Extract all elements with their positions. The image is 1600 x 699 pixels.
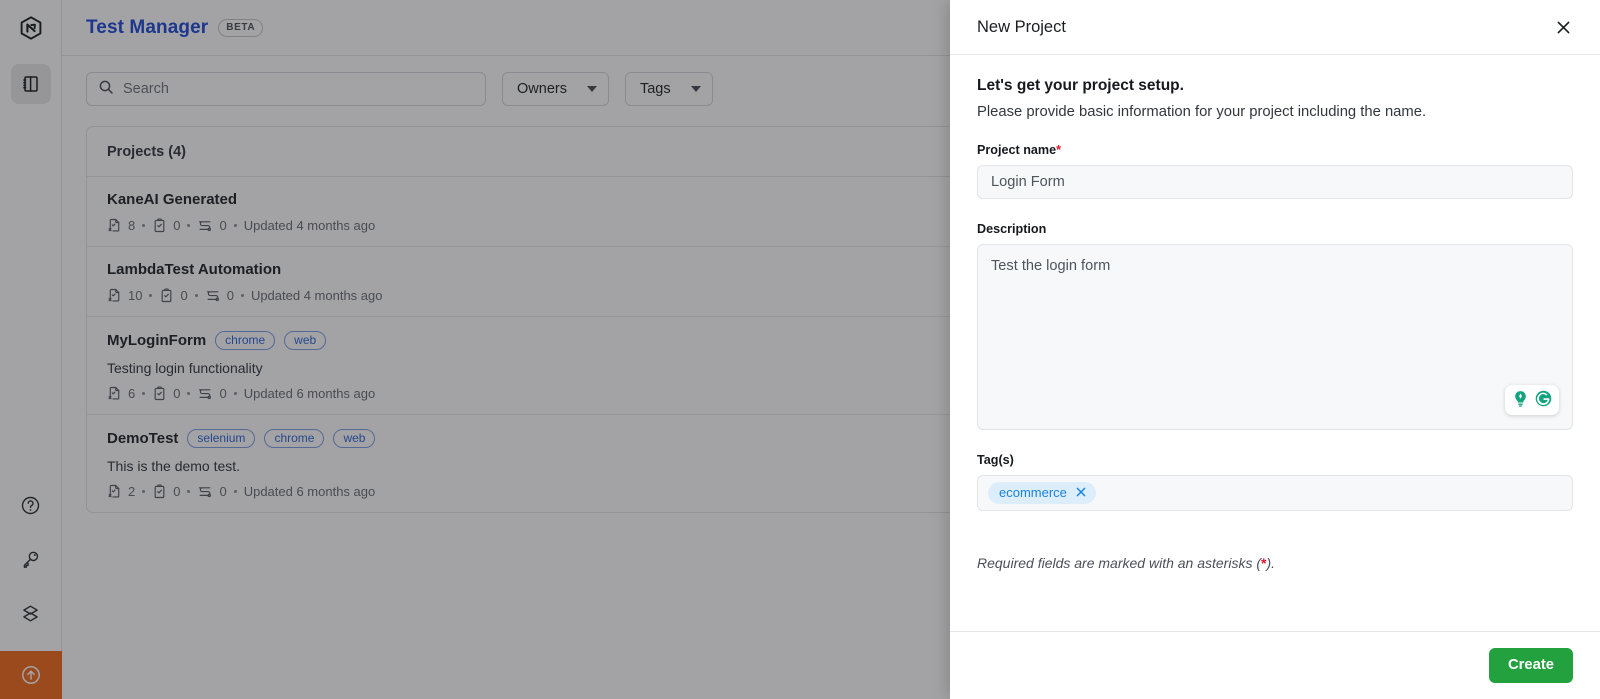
required-note-text: Required fields are marked with an aster… bbox=[977, 555, 1262, 571]
drawer-footer: Create bbox=[950, 631, 1600, 699]
project-name-label-text: Project name bbox=[977, 143, 1057, 157]
tag-chip-remove-icon[interactable] bbox=[1076, 486, 1086, 499]
new-project-drawer: New Project Let's get your project setup… bbox=[950, 0, 1600, 699]
description-value: Test the login form bbox=[991, 258, 1111, 274]
drawer-subtitle: Please provide basic information for you… bbox=[977, 104, 1427, 120]
tags-field: Tag(s) ecommerce bbox=[977, 453, 1573, 511]
drawer-header: New Project bbox=[950, 0, 1600, 55]
grammarly-logo-icon[interactable] bbox=[1534, 389, 1553, 412]
drawer-title: New Project bbox=[977, 17, 1066, 36]
tags-label: Tag(s) bbox=[977, 453, 1014, 467]
tag-chip[interactable]: ecommerce bbox=[988, 482, 1096, 504]
close-icon[interactable] bbox=[1550, 14, 1576, 40]
project-name-label: Project name* bbox=[977, 143, 1573, 157]
drawer-body: Let's get your project setup. Please pro… bbox=[950, 55, 1600, 631]
description-label: Description bbox=[977, 222, 1047, 236]
project-name-field: Project name* Login Form bbox=[977, 143, 1573, 199]
grammarly-widget[interactable] bbox=[1505, 385, 1559, 415]
create-button[interactable]: Create bbox=[1488, 647, 1573, 683]
drawer-lead: Let's get your project setup. bbox=[977, 77, 1184, 94]
required-asterisk: * bbox=[1056, 143, 1061, 157]
description-field: Description Test the login form bbox=[977, 222, 1573, 430]
project-name-input[interactable]: Login Form bbox=[977, 165, 1573, 199]
required-note-end: ). bbox=[1266, 555, 1276, 571]
tags-input[interactable]: ecommerce bbox=[977, 475, 1573, 511]
screen: Test Manager BETA Search Owners Tags Pro… bbox=[0, 0, 1600, 699]
grammarly-suggestion-icon[interactable] bbox=[1511, 389, 1530, 412]
required-fields-note: Required fields are marked with an aster… bbox=[977, 555, 1573, 571]
description-textarea[interactable]: Test the login form bbox=[977, 244, 1573, 430]
tag-chip-label: ecommerce bbox=[999, 485, 1067, 500]
